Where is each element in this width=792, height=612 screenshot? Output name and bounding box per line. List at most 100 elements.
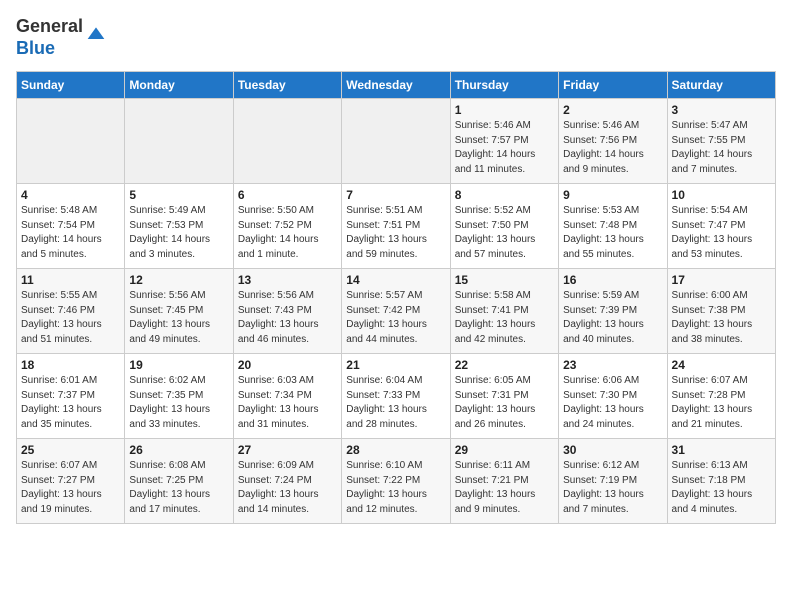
calendar-cell: 23Sunrise: 6:06 AM Sunset: 7:30 PM Dayli… xyxy=(559,354,667,439)
day-number: 6 xyxy=(238,188,337,202)
calendar-cell: 2Sunrise: 5:46 AM Sunset: 7:56 PM Daylig… xyxy=(559,99,667,184)
day-info: Sunrise: 6:04 AM Sunset: 7:33 PM Dayligh… xyxy=(346,374,445,432)
calendar-cell xyxy=(233,99,341,184)
day-info: Sunrise: 6:00 AM Sunset: 7:38 PM Dayligh… xyxy=(672,289,771,347)
calendar-cell: 8Sunrise: 5:52 AM Sunset: 7:50 PM Daylig… xyxy=(450,184,558,269)
day-info: Sunrise: 6:06 AM Sunset: 7:30 PM Dayligh… xyxy=(563,374,662,432)
week-row-5: 25 Sunrise: 6:07 AM Sunset: 7:27 PM Dayli… xyxy=(17,439,776,524)
week-row-4: 18 Sunrise: 6:01 AM Sunset: 7:37 PM Dayli… xyxy=(17,354,776,439)
day-info: Sunrise: 5:57 AM Sunset: 7:42 PM Dayligh… xyxy=(346,289,445,347)
week-row-3: 11 Sunrise: 5:55 AM Sunset: 7:46 PM Dayli… xyxy=(17,269,776,354)
calendar-cell: 22Sunrise: 6:05 AM Sunset: 7:31 PM Dayli… xyxy=(450,354,558,439)
day-info: Sunrise: 6:10 AM Sunset: 7:22 PM Dayligh… xyxy=(346,459,445,517)
day-number: 14 xyxy=(346,273,445,287)
calendar-cell: 30Sunrise: 6:12 AM Sunset: 7:19 PM Dayli… xyxy=(559,439,667,524)
calendar-cell: 9 Sunrise: 5:53 AM Sunset: 7:48 PM Daylig… xyxy=(559,184,667,269)
day-number: 15 xyxy=(455,273,554,287)
day-info: Sunrise: 6:02 AM Sunset: 7:35 PM Dayligh… xyxy=(129,374,228,432)
day-number: 9 xyxy=(563,188,662,202)
day-number: 17 xyxy=(672,273,771,287)
day-number: 27 xyxy=(238,443,337,457)
calendar-cell: 5 Sunrise: 5:49 AM Sunset: 7:53 PM Daylig… xyxy=(125,184,233,269)
day-number: 19 xyxy=(129,358,228,372)
weekday-header-friday: Friday xyxy=(559,72,667,99)
weekday-header-saturday: Saturday xyxy=(667,72,775,99)
calendar-cell xyxy=(17,99,125,184)
day-number: 22 xyxy=(455,358,554,372)
day-info: Sunrise: 5:51 AM Sunset: 7:51 PM Dayligh… xyxy=(346,204,445,262)
day-number: 29 xyxy=(455,443,554,457)
day-info: Sunrise: 6:07 AM Sunset: 7:28 PM Dayligh… xyxy=(672,374,771,432)
calendar-cell: 11 Sunrise: 5:55 AM Sunset: 7:46 PM Dayli… xyxy=(17,269,125,354)
day-info: Sunrise: 5:58 AM Sunset: 7:41 PM Dayligh… xyxy=(455,289,554,347)
weekday-header-thursday: Thursday xyxy=(450,72,558,99)
day-number: 24 xyxy=(672,358,771,372)
day-number: 31 xyxy=(672,443,771,457)
calendar-cell: 28 Sunrise: 6:10 AM Sunset: 7:22 PM Dayli… xyxy=(342,439,450,524)
day-number: 25 xyxy=(21,443,120,457)
weekday-header-tuesday: Tuesday xyxy=(233,72,341,99)
calendar-cell xyxy=(342,99,450,184)
logo-icon xyxy=(86,24,106,44)
calendar-cell: 14 Sunrise: 5:57 AM Sunset: 7:42 PM Dayli… xyxy=(342,269,450,354)
calendar-cell: 25 Sunrise: 6:07 AM Sunset: 7:27 PM Dayli… xyxy=(17,439,125,524)
day-number: 4 xyxy=(21,188,120,202)
day-info: Sunrise: 5:56 AM Sunset: 7:45 PM Dayligh… xyxy=(129,289,228,347)
calendar-cell: 31 Sunrise: 6:13 AM Sunset: 7:18 PM Dayli… xyxy=(667,439,775,524)
day-number: 18 xyxy=(21,358,120,372)
calendar-cell: 15 Sunrise: 5:58 AM Sunset: 7:41 PM Dayli… xyxy=(450,269,558,354)
day-info: Sunrise: 6:13 AM Sunset: 7:18 PM Dayligh… xyxy=(672,459,771,517)
day-number: 30 xyxy=(563,443,662,457)
week-row-2: 4 Sunrise: 5:48 AM Sunset: 7:54 PM Daylig… xyxy=(17,184,776,269)
day-info: Sunrise: 5:53 AM Sunset: 7:48 PM Dayligh… xyxy=(563,204,662,262)
day-info: Sunrise: 6:11 AM Sunset: 7:21 PM Dayligh… xyxy=(455,459,554,517)
day-info: Sunrise: 5:46 AM Sunset: 7:57 PM Dayligh… xyxy=(455,119,554,177)
calendar-cell: 29 Sunrise: 6:11 AM Sunset: 7:21 PM Dayli… xyxy=(450,439,558,524)
day-info: Sunrise: 5:52 AM Sunset: 7:50 PM Dayligh… xyxy=(455,204,554,262)
day-info: Sunrise: 6:01 AM Sunset: 7:37 PM Dayligh… xyxy=(21,374,120,432)
calendar-cell: 20Sunrise: 6:03 AM Sunset: 7:34 PM Dayli… xyxy=(233,354,341,439)
calendar-cell: 18 Sunrise: 6:01 AM Sunset: 7:37 PM Dayli… xyxy=(17,354,125,439)
calendar-cell: 1 Sunrise: 5:46 AM Sunset: 7:57 PM Daylig… xyxy=(450,99,558,184)
day-info: Sunrise: 6:03 AM Sunset: 7:34 PM Dayligh… xyxy=(238,374,337,432)
week-row-1: 1 Sunrise: 5:46 AM Sunset: 7:57 PM Daylig… xyxy=(17,99,776,184)
weekday-header-row: SundayMondayTuesdayWednesdayThursdayFrid… xyxy=(17,72,776,99)
day-info: Sunrise: 5:54 AM Sunset: 7:47 PM Dayligh… xyxy=(672,204,771,262)
calendar-cell: 16 Sunrise: 5:59 AM Sunset: 7:39 PM Dayli… xyxy=(559,269,667,354)
day-info: Sunrise: 5:55 AM Sunset: 7:46 PM Dayligh… xyxy=(21,289,120,347)
calendar-cell: 17 Sunrise: 6:00 AM Sunset: 7:38 PM Dayli… xyxy=(667,269,775,354)
day-info: Sunrise: 6:07 AM Sunset: 7:27 PM Dayligh… xyxy=(21,459,120,517)
day-number: 5 xyxy=(129,188,228,202)
day-number: 1 xyxy=(455,103,554,117)
calendar-cell: 4 Sunrise: 5:48 AM Sunset: 7:54 PM Daylig… xyxy=(17,184,125,269)
day-info: Sunrise: 6:09 AM Sunset: 7:24 PM Dayligh… xyxy=(238,459,337,517)
weekday-header-wednesday: Wednesday xyxy=(342,72,450,99)
day-number: 12 xyxy=(129,273,228,287)
calendar-cell: 27 Sunrise: 6:09 AM Sunset: 7:24 PM Dayli… xyxy=(233,439,341,524)
day-info: Sunrise: 5:48 AM Sunset: 7:54 PM Dayligh… xyxy=(21,204,120,262)
calendar-cell xyxy=(125,99,233,184)
day-number: 10 xyxy=(672,188,771,202)
day-number: 13 xyxy=(238,273,337,287)
calendar-cell: 24 Sunrise: 6:07 AM Sunset: 7:28 PM Dayli… xyxy=(667,354,775,439)
calendar-cell: 12 Sunrise: 5:56 AM Sunset: 7:45 PM Dayli… xyxy=(125,269,233,354)
calendar-cell: 7Sunrise: 5:51 AM Sunset: 7:51 PM Daylig… xyxy=(342,184,450,269)
calendar-cell: 13 Sunrise: 5:56 AM Sunset: 7:43 PM Dayli… xyxy=(233,269,341,354)
calendar-cell: 19 Sunrise: 6:02 AM Sunset: 7:35 PM Dayli… xyxy=(125,354,233,439)
calendar-cell: 3Sunrise: 5:47 AM Sunset: 7:55 PM Daylig… xyxy=(667,99,775,184)
day-number: 21 xyxy=(346,358,445,372)
page-header: General Blue xyxy=(16,16,776,59)
calendar-cell: 6Sunrise: 5:50 AM Sunset: 7:52 PM Daylig… xyxy=(233,184,341,269)
day-number: 11 xyxy=(21,273,120,287)
day-number: 16 xyxy=(563,273,662,287)
day-number: 2 xyxy=(563,103,662,117)
day-info: Sunrise: 5:56 AM Sunset: 7:43 PM Dayligh… xyxy=(238,289,337,347)
day-info: Sunrise: 5:59 AM Sunset: 7:39 PM Dayligh… xyxy=(563,289,662,347)
day-info: Sunrise: 5:49 AM Sunset: 7:53 PM Dayligh… xyxy=(129,204,228,262)
logo: General Blue xyxy=(16,16,106,59)
day-number: 28 xyxy=(346,443,445,457)
calendar-table: SundayMondayTuesdayWednesdayThursdayFrid… xyxy=(16,71,776,524)
calendar-cell: 10 Sunrise: 5:54 AM Sunset: 7:47 PM Dayli… xyxy=(667,184,775,269)
weekday-header-sunday: Sunday xyxy=(17,72,125,99)
calendar-cell: 21 Sunrise: 6:04 AM Sunset: 7:33 PM Dayli… xyxy=(342,354,450,439)
